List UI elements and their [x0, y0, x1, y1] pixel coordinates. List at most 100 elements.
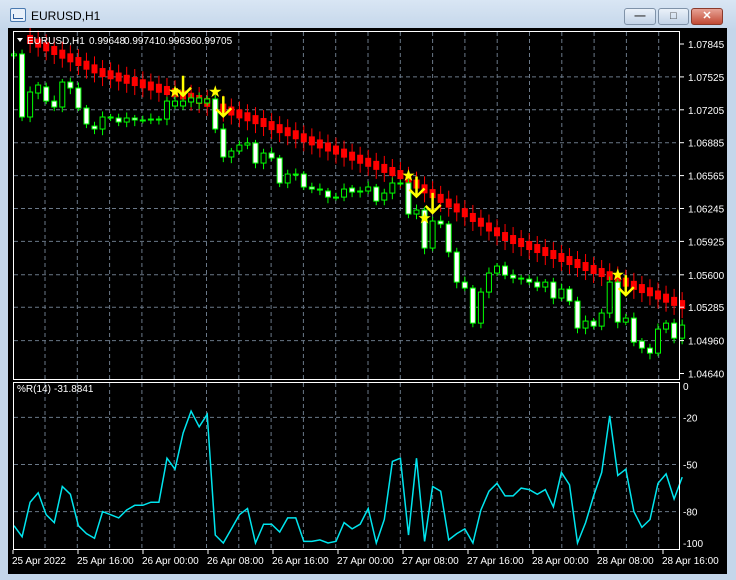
indicator-value: -31.8841 — [54, 384, 94, 395]
bear-candle — [405, 182, 412, 215]
trend-candle — [284, 127, 291, 137]
trend-candle — [131, 77, 138, 87]
bear-candle — [590, 320, 597, 327]
bull-candle — [172, 100, 178, 107]
trend-candle — [582, 262, 589, 272]
bull-candle — [542, 281, 549, 288]
bear-candle — [300, 173, 307, 188]
trend-candle — [244, 112, 251, 122]
time-tick-label: 26 Apr 08:00 — [207, 556, 264, 567]
bull-candle — [123, 117, 130, 123]
bull-candle — [558, 288, 565, 299]
bull-candle — [655, 328, 661, 354]
trend-candle — [526, 241, 533, 251]
bear-candle — [518, 277, 525, 280]
trend-candle — [542, 247, 549, 257]
price-tick-label: 1.05925 — [688, 237, 725, 248]
bear-candle — [67, 81, 74, 89]
bull-candle — [316, 188, 323, 191]
bull-candle — [27, 91, 34, 118]
ohlc-close: 0.99705 — [196, 36, 233, 47]
bull-candle — [107, 116, 114, 119]
bull-candle — [389, 182, 396, 194]
wpr-tick-label: -80 — [683, 508, 698, 519]
bull-candle — [236, 144, 243, 152]
bull-candle — [477, 291, 484, 324]
trend-candle — [550, 250, 557, 260]
trend-candle — [139, 79, 146, 89]
trend-candle — [51, 45, 58, 55]
bear-candle — [373, 186, 380, 202]
trend-candle — [341, 148, 348, 158]
close-icon: ✕ — [702, 10, 712, 22]
trend-candle — [502, 232, 509, 242]
bear-candle — [526, 278, 533, 283]
bull-candle — [99, 116, 106, 130]
bull-candle — [679, 324, 686, 339]
price-tick-label: 1.07205 — [688, 106, 725, 117]
bear-candle — [276, 157, 283, 184]
bear-candle — [445, 223, 452, 253]
bear-candle — [155, 118, 162, 121]
trend-candle — [155, 83, 162, 93]
trend-candle — [469, 212, 476, 222]
maximize-button[interactable]: □ — [658, 8, 689, 25]
bull-candle — [59, 81, 66, 108]
bull-candle — [228, 150, 235, 158]
trend-candle — [292, 130, 299, 140]
trend-candle — [308, 136, 315, 146]
bear-candle — [397, 182, 404, 185]
trend-candle — [236, 109, 243, 119]
bull-candle — [147, 118, 154, 121]
trend-candle — [83, 60, 90, 70]
bull-candle — [244, 142, 251, 146]
bear-candle — [646, 347, 653, 354]
trend-candle — [115, 72, 122, 82]
bear-candle — [308, 186, 315, 190]
close-button[interactable]: ✕ — [691, 8, 723, 25]
bull-candle — [606, 281, 613, 314]
trend-candle — [485, 222, 492, 232]
price-tick-label: 1.06565 — [688, 172, 725, 183]
bull-candle — [582, 320, 589, 329]
bear-candle — [43, 86, 50, 102]
chart-header: EURUSD,H1 0.99648 0.99741 0.99636 0.9970… — [17, 36, 233, 47]
bull-candle — [196, 97, 203, 104]
time-tick-label: 27 Apr 00:00 — [337, 556, 394, 567]
bull-candle — [663, 322, 670, 330]
maximize-icon: □ — [670, 10, 677, 22]
trend-candle — [663, 293, 670, 303]
trend-candle — [566, 256, 573, 266]
bull-candle — [381, 192, 388, 201]
bear-candle — [469, 287, 476, 324]
trend-candle — [598, 268, 605, 278]
time-tick-label: 27 Apr 16:00 — [467, 556, 524, 567]
ohlc-open: 0.99648 — [89, 36, 126, 47]
time-tick-label: 25 Apr 16:00 — [77, 556, 134, 567]
price-tick-label: 1.07845 — [688, 40, 725, 51]
bear-candle — [630, 317, 637, 343]
trend-candle — [574, 259, 581, 269]
chart-canvas[interactable]: EURUSD,H1 0.99648 0.99741 0.99636 0.9970… — [8, 28, 727, 574]
bear-candle — [115, 117, 122, 123]
bear-candle — [550, 281, 557, 299]
trend-candle — [316, 139, 323, 149]
trend-candle — [638, 284, 645, 294]
bull-candle — [204, 98, 211, 104]
trend-candle — [260, 118, 267, 128]
bear-candle — [91, 125, 98, 130]
bear-candle — [349, 187, 356, 193]
minimize-button[interactable]: — — [624, 8, 656, 25]
bull-candle — [188, 97, 195, 103]
wpr-line — [13, 409, 683, 546]
time-tick-label: 28 Apr 08:00 — [597, 556, 654, 567]
chart-area[interactable]: EURUSD,H1 0.99648 0.99741 0.99636 0.9970… — [8, 28, 727, 574]
trend-candle — [59, 49, 66, 59]
bear-candle — [333, 196, 339, 199]
bear-candle — [357, 190, 364, 193]
collapse-triangle-icon[interactable] — [17, 38, 23, 42]
time-tick-label: 26 Apr 16:00 — [272, 556, 329, 567]
bull-candle — [163, 100, 170, 120]
bear-candle — [75, 87, 82, 109]
bull-candle — [622, 317, 629, 323]
